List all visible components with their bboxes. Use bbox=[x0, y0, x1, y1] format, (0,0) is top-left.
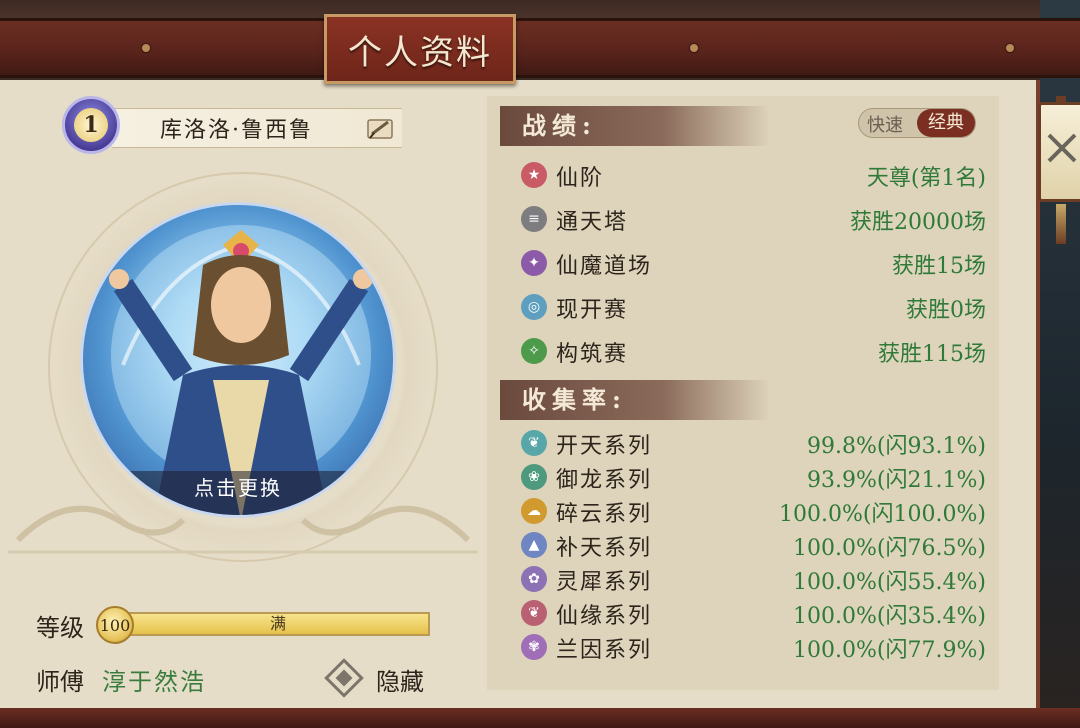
master-name-link[interactable]: 淳于然浩 bbox=[102, 662, 206, 697]
mountain-icon: ▲ bbox=[521, 532, 547, 558]
top-frame-strip bbox=[0, 0, 1080, 18]
mode-toggle[interactable]: 快速 经典 bbox=[858, 108, 976, 138]
level-value: 100 bbox=[96, 606, 134, 644]
name-plate: 库洛洛·鲁西鲁 bbox=[112, 108, 402, 148]
top-wooden-beam bbox=[0, 18, 1080, 78]
row-value: 获胜20000场 bbox=[850, 210, 986, 235]
beam-stud bbox=[690, 44, 698, 52]
edit-name-button[interactable] bbox=[366, 116, 396, 142]
leaf-icon: ❦ bbox=[521, 600, 547, 626]
beam-stud bbox=[142, 44, 150, 52]
level-label: 等级 bbox=[36, 614, 84, 642]
beam-stud bbox=[1006, 44, 1014, 52]
quill-icon bbox=[367, 119, 393, 139]
collection-header: 收集率: bbox=[500, 380, 770, 420]
row-label: 仙缘系列 bbox=[556, 604, 653, 629]
star-icon: ★ bbox=[521, 162, 547, 188]
row-label: 灵犀系列 bbox=[556, 570, 653, 595]
row-value: 93.9%(闪21.1%) bbox=[807, 468, 986, 493]
hide-label: 隐藏 bbox=[376, 668, 424, 696]
search-icon: ◎ bbox=[521, 294, 547, 320]
row-label: 补天系列 bbox=[556, 536, 653, 561]
row-value: 获胜15场 bbox=[892, 254, 986, 279]
lantern-tassel bbox=[1056, 204, 1066, 244]
battle-record-header: 战绩: bbox=[500, 106, 770, 146]
row-value: 100.0%(闪100.0%) bbox=[779, 502, 986, 527]
mode-classic-tab[interactable]: 经典 bbox=[917, 109, 975, 137]
row-label: 开天系列 bbox=[556, 434, 653, 459]
row-value: 100.0%(闪76.5%) bbox=[793, 536, 986, 561]
row-label: 仙阶 bbox=[556, 166, 605, 191]
rank-number: 1 bbox=[74, 108, 108, 142]
mode-quick-tab[interactable]: 快速 bbox=[867, 111, 903, 137]
row-label: 御龙系列 bbox=[556, 468, 653, 493]
player-name: 库洛洛·鲁西鲁 bbox=[160, 118, 313, 143]
cloud-icon: ☁ bbox=[521, 498, 547, 524]
row-value: 100.0%(闪35.4%) bbox=[793, 604, 986, 629]
bottom-wooden-beam bbox=[0, 708, 1080, 728]
row-value: 获胜0场 bbox=[906, 298, 986, 323]
leaf-icon: ❦ bbox=[521, 430, 547, 456]
checkbox-mark bbox=[335, 669, 353, 687]
row-label: 仙魔道场 bbox=[556, 254, 653, 279]
row-label: 构筑赛 bbox=[556, 342, 629, 367]
lantern bbox=[1038, 102, 1080, 202]
flame-icon: ✿ bbox=[521, 566, 547, 592]
flower-icon: ✾ bbox=[521, 634, 547, 660]
row-label: 碎云系列 bbox=[556, 502, 653, 527]
tower-icon: ≡ bbox=[521, 206, 547, 232]
master-label: 师傅 bbox=[36, 668, 84, 696]
close-icon bbox=[1047, 133, 1077, 163]
feather-icon: ✧ bbox=[521, 338, 547, 364]
bird-icon: ✦ bbox=[521, 250, 547, 276]
row-label: 兰因系列 bbox=[556, 638, 653, 663]
row-label: 通天塔 bbox=[556, 210, 629, 235]
close-button[interactable] bbox=[1030, 96, 1080, 246]
level-progress-bar: 满 bbox=[126, 612, 430, 636]
row-value: 100.0%(闪55.4%) bbox=[793, 570, 986, 595]
avatar-portrait[interactable]: 点击更换 bbox=[80, 202, 396, 518]
row-value: 100.0%(闪77.9%) bbox=[793, 638, 986, 663]
level-max-text: 满 bbox=[269, 614, 286, 633]
rank-badge: 1 bbox=[62, 96, 120, 154]
row-label: 现开赛 bbox=[556, 298, 629, 323]
title-plaque: 个人资料 bbox=[324, 14, 516, 84]
row-value: 99.8%(闪93.1%) bbox=[807, 434, 986, 459]
row-value: 获胜115场 bbox=[878, 342, 986, 367]
change-portrait-button[interactable]: 点击更换 bbox=[83, 471, 393, 515]
page-title: 个人资料 bbox=[348, 32, 492, 73]
row-value: 天尊(第1名) bbox=[866, 166, 986, 191]
dragon-icon: ❀ bbox=[521, 464, 547, 490]
